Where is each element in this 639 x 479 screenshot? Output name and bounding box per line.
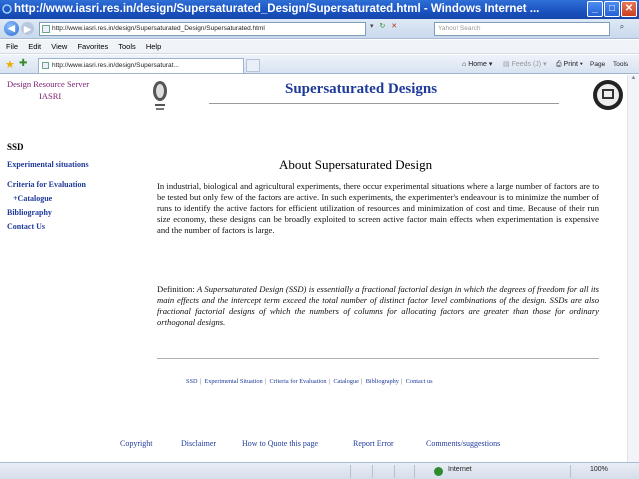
footer-link-ssd[interactable]: SSD [186,378,198,385]
status-bar: Internet 100% [0,462,639,479]
address-toolbar: ◀ ▶ http://www.iasri.res.in/design/Super… [0,19,639,39]
intro-paragraph: In industrial, biological and agricultur… [157,181,599,235]
comments-link[interactable]: Comments/suggestions [426,439,500,448]
menu-favorites[interactable]: Favorites [77,42,108,51]
definition-paragraph: Definition: A Supersaturated Design (SSD… [157,284,599,328]
status-divider [570,465,571,478]
report-error-link[interactable]: Report Error [353,439,394,448]
content-divider [157,358,599,359]
menu-view[interactable]: View [51,42,67,51]
scroll-up-icon[interactable]: ▲ [628,75,639,87]
tools-label: Tools [613,61,629,68]
close-button[interactable]: ✕ [621,1,637,17]
how-to-quote-link[interactable]: How to Quote this page [242,439,318,448]
footer-link-contact[interactable]: Contact us [406,378,433,385]
forward-arrow-icon[interactable]: ▶ [21,22,34,35]
footer-link-bibliography[interactable]: Bibliography [366,378,399,385]
status-divider [394,465,395,478]
sidebar-item-experimental-situations[interactable]: Experimental situations [7,160,89,169]
stop-icon[interactable]: ✕ [391,23,397,30]
status-divider [372,465,373,478]
refresh-icon[interactable]: ↻ [379,23,385,30]
page-label: Page [590,61,606,68]
print-button[interactable]: ⎙ Print ▾ [556,59,583,70]
menu-help[interactable]: Help [146,42,161,51]
maximize-button[interactable]: □ [604,1,620,17]
status-divider [350,465,351,478]
icar-emblem-logo [153,81,167,110]
footer-link-experimental[interactable]: Experimental Situation [204,378,262,385]
home-button[interactable]: ⌂ Home ▾ [462,59,492,70]
feeds-label: Feeds (J) [511,61,542,68]
org-line2: IASRI [39,91,62,101]
print-label: Print [563,61,578,68]
menu-edit[interactable]: Edit [28,42,41,51]
separator: | [360,378,363,385]
page-content: Design Resource Server IASRI SSD Experim… [5,75,627,462]
search-input[interactable]: Yahoo! Search [434,22,610,36]
separator: | [264,378,266,385]
back-arrow-icon[interactable]: ◀ [4,21,19,36]
address-tools[interactable]: ▾ ↻ ✕ [370,22,397,30]
address-url: http://www.iasri.res.in/design/Supersatu… [52,25,265,32]
add-favorite-icon[interactable]: ✚ [19,58,27,69]
tools-menu-button[interactable]: Tools [613,59,628,70]
tab-label: http://www.iasri.res.in/design/Supersatu… [52,62,179,69]
home-label: Home [468,61,487,68]
dropdown-icon[interactable]: ▾ [370,23,374,30]
section-heading: About Supersaturated Design [279,157,433,172]
page-menu-button[interactable]: Page [590,59,605,70]
sidebar-item-contact[interactable]: Contact Us [7,222,45,231]
iasri-seal-logo [593,80,623,110]
status-divider [414,465,415,478]
security-zone: Internet [448,466,472,473]
footer-nav: SSD | Experimental Situation | Criteria fo… [186,378,433,385]
menu-tools[interactable]: Tools [118,42,136,51]
internet-zone-icon [434,467,443,476]
separator: | [199,378,201,385]
footer-link-catalogue[interactable]: Catalogue [333,378,359,385]
sidebar-item-criteria[interactable]: Criteria for Evaluation [7,180,86,189]
copyright-link[interactable]: Copyright [120,439,152,448]
new-tab-button[interactable] [246,59,260,72]
window-title-bar[interactable]: http://www.iasri.res.in/design/Supersatu… [0,0,639,19]
address-input[interactable]: http://www.iasri.res.in/design/Supersatu… [39,22,366,36]
definition-text: A Supersaturated Design (SSD) is essenti… [157,284,599,327]
org-name: Design Resource Server IASRI [7,78,89,102]
footer-link-criteria[interactable]: Criteria for Evaluation [269,378,326,385]
title-divider [209,103,559,104]
definition-label: Definition: [157,284,195,294]
page-icon [42,25,50,33]
internet-explorer-icon [2,4,12,14]
page-icon [42,62,49,69]
separator: | [400,378,403,385]
menu-file[interactable]: File [6,42,18,51]
search-icon[interactable]: ⌕ [614,22,630,36]
tab-bar: ★ ✚ http://www.iasri.res.in/design/Super… [0,55,639,74]
zoom-level[interactable]: 100% [590,466,608,473]
org-line1: Design Resource Server [7,79,90,89]
sidebar-item-bibliography[interactable]: Bibliography [7,208,52,217]
favorites-star-icon[interactable]: ★ [5,58,15,71]
separator: | [328,378,330,385]
vertical-scrollbar[interactable]: ▲ [627,75,639,462]
feeds-button[interactable]: ▤ Feeds (J) ▾ [503,59,547,70]
disclaimer-link[interactable]: Disclaimer [181,439,216,448]
minimize-button[interactable]: _ [587,1,603,17]
page-title: Supersaturated Designs [285,81,438,97]
sidebar-section-title: SSD [7,142,24,152]
window-title: http://www.iasri.res.in/design/Supersatu… [14,3,540,15]
browser-tab[interactable]: http://www.iasri.res.in/design/Supersatu… [38,58,244,73]
menu-bar: File Edit View Favorites Tools Help [0,40,639,54]
sidebar-item-catalogue[interactable]: +Catalogue [13,194,52,203]
